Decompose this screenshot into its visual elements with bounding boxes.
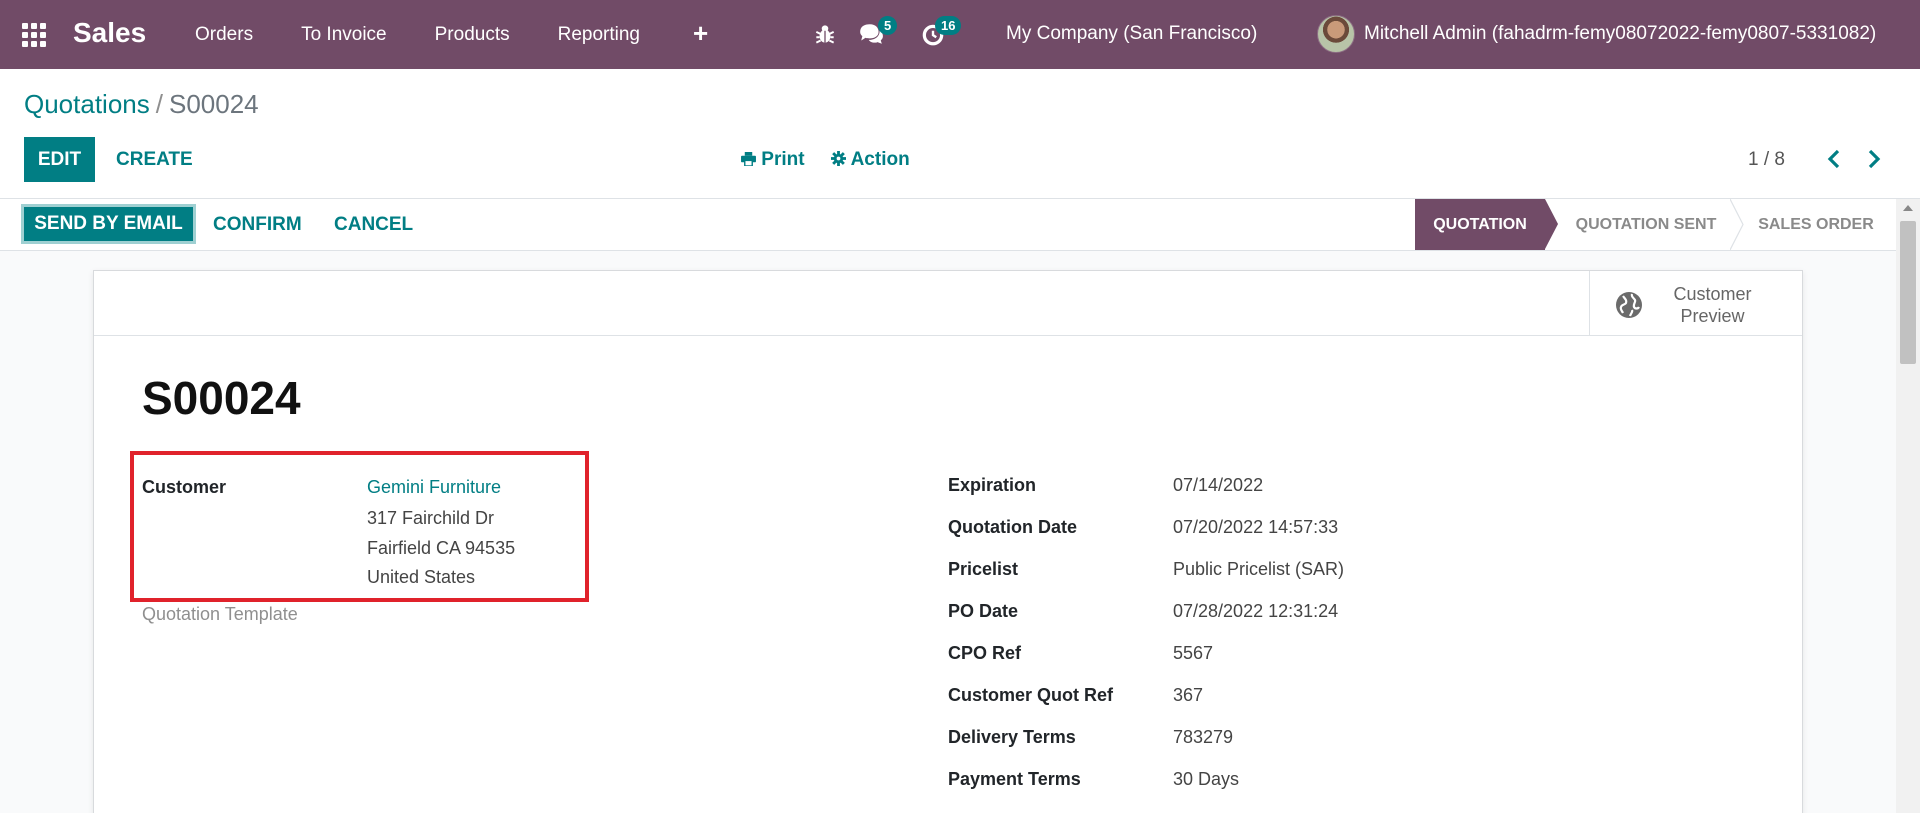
payment-terms-value[interactable]: 30 Days (1173, 769, 1239, 790)
pager-next-icon[interactable] (1866, 149, 1882, 169)
chat-count-badge: 5 (878, 16, 898, 35)
quotation-template-label[interactable]: Quotation Template (142, 604, 298, 625)
customer-label: Customer (142, 477, 227, 497)
preview-label-line2: Preview (1680, 306, 1745, 326)
app-brand[interactable]: Sales (73, 17, 146, 49)
po-date-label: PO Date (948, 601, 1019, 621)
action-button[interactable]: Action (831, 149, 910, 171)
gear-icon (831, 151, 846, 166)
plus-icon[interactable]: + (693, 20, 708, 46)
payment-terms-label: Payment Terms (948, 769, 1081, 789)
cpo-ref-label: CPO Ref (948, 643, 1022, 663)
customer-quot-ref-label: Customer Quot Ref (948, 685, 1114, 705)
activity-count-badge: 16 (935, 16, 962, 35)
expiration-label: Expiration (948, 475, 1037, 495)
pager-previous-icon[interactable] (1826, 149, 1842, 169)
confirm-button[interactable]: CONFIRM (213, 214, 302, 236)
breadcrumb-current: S00024 (168, 89, 259, 119)
main-menu: Orders To Invoice Products Reporting (195, 0, 688, 69)
status-bar: SEND BY EMAIL CONFIRM CANCEL QUOTATION Q… (0, 199, 1896, 251)
customer-preview-button[interactable]: Customer Preview (1589, 271, 1802, 336)
breadcrumb-separator: / (155, 89, 163, 119)
control-panel: Quotations / S00024 EDIT CREATE Print Acti… (0, 69, 1920, 199)
delivery-terms-value[interactable]: 783279 (1173, 727, 1233, 748)
send-by-email-button[interactable]: SEND BY EMAIL (21, 204, 196, 244)
address-line-2: Fairfield CA 94535 (367, 538, 516, 558)
cpo-ref-value[interactable]: 5567 (1173, 643, 1213, 664)
scrollbar[interactable] (1896, 199, 1920, 813)
print-label: Print (761, 149, 805, 170)
stage-divider (1730, 199, 1744, 250)
customer-quot-ref-value[interactable]: 367 (1173, 685, 1203, 706)
top-navbar: Sales Orders To Invoice Products Reporti… (0, 0, 1920, 69)
globe-icon (1616, 292, 1642, 318)
menu-orders[interactable]: Orders (195, 24, 253, 46)
form-sheet: Customer Preview S00024 Customer Gemini … (93, 270, 1803, 813)
stage-quotation-sent[interactable]: QUOTATION SENT (1562, 199, 1730, 250)
expiration-value[interactable]: 07/14/2022 (1173, 475, 1263, 496)
edit-button[interactable]: EDIT (24, 137, 95, 182)
preview-label-line1: Customer (1673, 284, 1752, 304)
quotation-date-value[interactable]: 07/20/2022 14:57:33 (1173, 517, 1338, 538)
breadcrumb: Quotations / S00024 (24, 89, 259, 120)
breadcrumb-quotations[interactable]: Quotations (24, 89, 150, 119)
po-date-value[interactable]: 07/28/2022 12:31:24 (1173, 601, 1338, 622)
user-menu[interactable]: Mitchell Admin (fahadrm-femy08072022-fem… (1364, 23, 1876, 45)
stage-sales-order[interactable]: SALES ORDER (1746, 199, 1886, 250)
pricelist-value[interactable]: Public Pricelist (SAR) (1173, 559, 1344, 580)
customer-link[interactable]: Gemini Furniture (367, 477, 501, 498)
pager-value[interactable]: 1 / 8 (1748, 149, 1785, 171)
pricelist-label: Pricelist (948, 559, 1019, 579)
action-label: Action (850, 149, 910, 170)
menu-to-invoice[interactable]: To Invoice (301, 24, 387, 46)
bug-icon[interactable] (812, 21, 838, 47)
record-title: S00024 (142, 372, 301, 424)
menu-reporting[interactable]: Reporting (558, 24, 640, 46)
user-avatar[interactable] (1317, 15, 1355, 53)
cancel-button[interactable]: CANCEL (334, 214, 413, 236)
customer-preview-label: Customer Preview (1660, 283, 1765, 327)
quotation-date-label: Quotation Date (948, 517, 1077, 537)
print-button[interactable]: Print (741, 149, 805, 171)
create-button[interactable]: CREATE (116, 149, 193, 171)
address-line-1: 317 Fairchild Dr (367, 508, 495, 528)
company-switcher[interactable]: My Company (San Francisco) (1006, 23, 1257, 45)
printer-icon (741, 152, 756, 167)
scroll-up-arrow-icon[interactable] (1903, 205, 1913, 211)
scrollbar-thumb[interactable] (1900, 221, 1916, 364)
address-line-3: United States (367, 567, 476, 587)
apps-menu-icon[interactable] (22, 23, 46, 47)
customer-highlight-box (130, 451, 589, 602)
stage-quotation[interactable]: QUOTATION (1415, 199, 1558, 250)
menu-products[interactable]: Products (435, 24, 510, 46)
delivery-terms-label: Delivery Terms (948, 727, 1076, 747)
smart-button-box: Customer Preview (94, 271, 1802, 336)
